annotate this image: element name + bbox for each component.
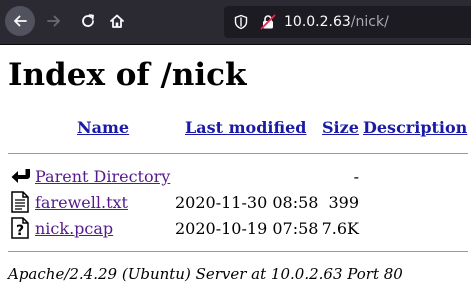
sort-by-last-modified-link[interactable]: Last modified (185, 118, 306, 138)
home-icon (110, 14, 124, 28)
file-link[interactable]: farewell.txt (35, 193, 128, 213)
url-bar[interactable]: 10.0.2.63/nick/ (224, 6, 471, 38)
svg-text:?: ? (16, 223, 24, 239)
unknown-file-icon: ? (11, 217, 29, 239)
home-button[interactable] (102, 6, 132, 36)
back-arrow-icon (11, 169, 30, 183)
reload-button[interactable] (73, 6, 103, 36)
url-path: /nick/ (350, 14, 389, 30)
page-title: Index of /nick (8, 57, 247, 93)
reload-icon (82, 14, 94, 27)
sort-by-size-link[interactable]: Size (322, 118, 359, 138)
file-date: 2020-11-30 08:58 (175, 193, 319, 212)
sort-by-description-link[interactable]: Description (363, 118, 467, 138)
url-host: 10.0.2.63 (284, 14, 351, 30)
file-link[interactable]: nick.pcap (35, 219, 113, 239)
file-size: 399 (328, 193, 359, 212)
browser-toolbar: 10.0.2.63/nick/ (0, 0, 471, 45)
file-date: 2020-10-19 07:58 (175, 219, 319, 238)
forward-arrow-icon (47, 15, 60, 27)
header-divider (8, 153, 468, 154)
file-size: 7.6K (321, 219, 359, 238)
forward-button[interactable] (39, 6, 69, 36)
back-arrow-icon (14, 15, 27, 27)
url-text[interactable]: 10.0.2.63/nick/ (284, 13, 389, 31)
tracking-shield-icon[interactable] (233, 14, 249, 30)
file-size: - (353, 167, 359, 186)
parent-directory-link[interactable]: Parent Directory (35, 167, 170, 187)
server-signature: Apache/2.4.29 (Ubuntu) Server at 10.0.2.… (8, 265, 403, 283)
insecure-lock-icon[interactable] (260, 14, 276, 30)
footer-divider (8, 251, 468, 252)
back-button[interactable] (5, 6, 35, 36)
sort-by-name-link[interactable]: Name (77, 118, 129, 138)
text-file-icon (11, 191, 29, 213)
